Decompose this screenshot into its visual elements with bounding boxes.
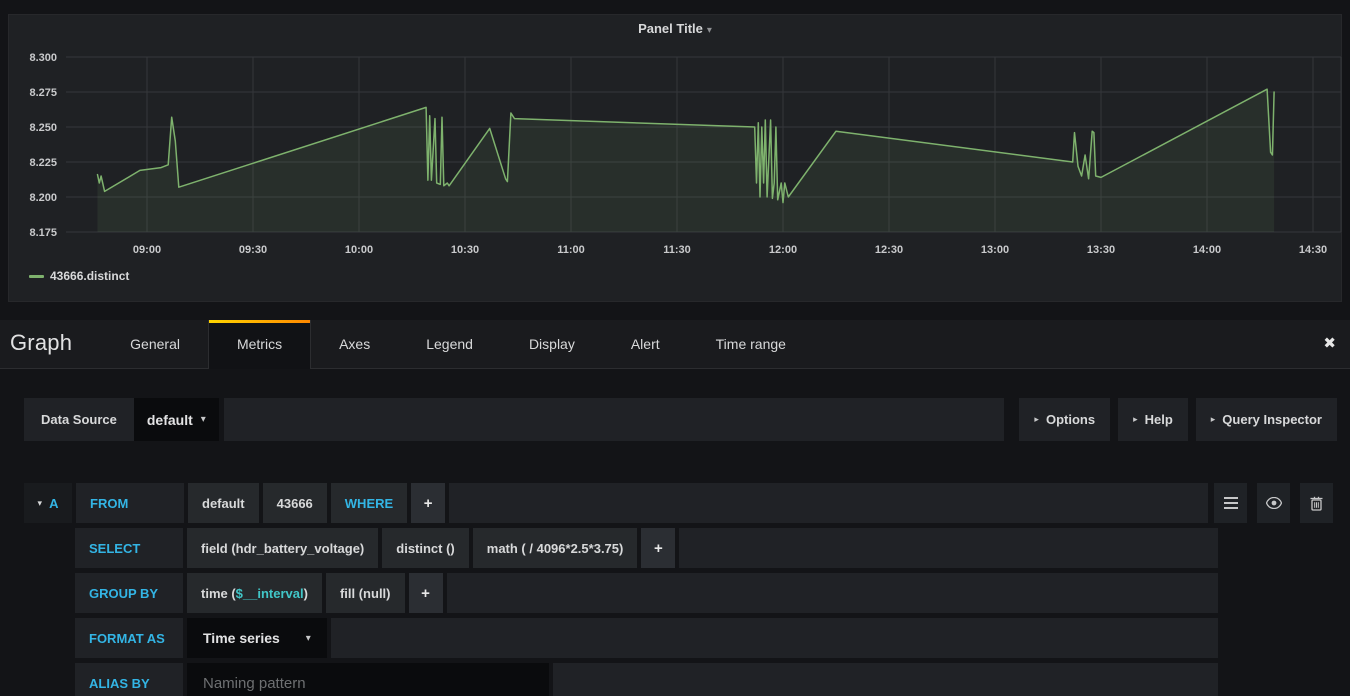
caret-right-icon: ▸ [1211, 414, 1216, 425]
caret-down-icon: ▾ [38, 498, 43, 509]
svg-text:09:00: 09:00 [133, 244, 161, 256]
format-as-row-filler [331, 618, 1218, 658]
svg-text:10:30: 10:30 [451, 244, 479, 256]
select-row-filler [679, 528, 1218, 568]
svg-text:8.225: 8.225 [29, 157, 57, 169]
alias-by-label: ALIAS BY [75, 663, 183, 696]
tab-legend[interactable]: Legend [398, 320, 501, 368]
datasource-select[interactable]: default ▾ [134, 398, 219, 441]
svg-text:14:30: 14:30 [1299, 244, 1327, 256]
query-row-format-as: FORMAT AS Time series ▾ [75, 618, 1218, 658]
group-by-row-filler [447, 573, 1219, 613]
query-delete-button[interactable] [1300, 483, 1333, 523]
from-label: FROM [76, 483, 184, 523]
add-condition-button[interactable]: + [411, 483, 445, 523]
from-measurement-segment[interactable]: 43666 [263, 483, 327, 523]
format-as-select[interactable]: Time series ▾ [187, 618, 327, 658]
tab-general[interactable]: General [102, 320, 208, 368]
svg-text:8.250: 8.250 [29, 122, 57, 134]
svg-text:8.275: 8.275 [29, 87, 57, 99]
caret-right-icon: ▸ [1133, 414, 1138, 425]
caret-down-icon: ▾ [306, 633, 311, 644]
svg-text:8.300: 8.300 [29, 52, 57, 64]
close-icon[interactable]: ✖ [1323, 334, 1336, 352]
query-menu-button[interactable] [1214, 483, 1247, 523]
legend-item[interactable]: 43666.distinct [29, 269, 129, 283]
svg-text:14:00: 14:00 [1193, 244, 1221, 256]
query-row-alias-by: ALIAS BY [75, 663, 1218, 696]
query-visibility-button[interactable] [1257, 483, 1290, 523]
svg-text:12:30: 12:30 [875, 244, 903, 256]
options-button[interactable]: ▸ Options [1019, 398, 1110, 441]
group-by-time-segment[interactable]: time ($__interval) [187, 573, 322, 613]
tab-metrics[interactable]: Metrics [208, 320, 311, 369]
caret-right-icon: ▸ [1034, 414, 1039, 425]
query-ref-toggle[interactable]: ▾ A [24, 483, 72, 523]
query-row-group-by: GROUP BY time ($__interval) fill (null) … [75, 573, 1218, 613]
from-policy-segment[interactable]: default [188, 483, 259, 523]
format-as-label: FORMAT AS [75, 618, 183, 658]
tab-time-range[interactable]: Time range [688, 320, 814, 368]
svg-text:10:00: 10:00 [345, 244, 373, 256]
graph-panel: Panel Title▾ 8.3008.2758.2508.2258.2008.… [8, 14, 1342, 302]
panel-title-text: Panel Title [638, 21, 703, 36]
from-row-filler [449, 483, 1208, 523]
eye-icon [1266, 497, 1282, 509]
where-segment[interactable]: WHERE [331, 483, 407, 523]
legend-color-dash-icon [29, 275, 44, 278]
tab-alert[interactable]: Alert [603, 320, 688, 368]
select-distinct-segment[interactable]: distinct () [382, 528, 469, 568]
timeseries-chart[interactable]: 8.300 8.275 8.250 8.225 8.200 8.175 09:00 09:30… [9, 15, 1343, 301]
query-row-from: ▾ A FROM default 43666 WHERE + [24, 483, 1337, 523]
group-by-fill-segment[interactable]: fill (null) [326, 573, 405, 613]
tab-display[interactable]: Display [501, 320, 603, 368]
alias-by-input[interactable] [187, 663, 549, 696]
caret-down-icon: ▾ [201, 414, 206, 425]
svg-text:12:00: 12:00 [769, 244, 797, 256]
datasource-row: Data Source default ▾ ▸ Options ▸ Help ▸… [24, 398, 1337, 441]
panel-title[interactable]: Panel Title ▾ [9, 21, 1341, 36]
menu-icon [1224, 497, 1238, 509]
tab-axes[interactable]: Axes [311, 320, 398, 368]
group-by-label: GROUP BY [75, 573, 183, 613]
trash-icon [1310, 496, 1323, 511]
add-group-by-part-button[interactable]: + [409, 573, 443, 613]
select-field-segment[interactable]: field (hdr_battery_voltage) [187, 528, 378, 568]
svg-text:13:30: 13:30 [1087, 244, 1115, 256]
select-label: SELECT [75, 528, 183, 568]
group-by-time-post: ) [304, 586, 308, 601]
svg-text:8.175: 8.175 [29, 227, 57, 239]
svg-text:8.200: 8.200 [29, 192, 57, 204]
query-inspector-button-label: Query Inspector [1222, 412, 1322, 427]
alias-by-row-filler [553, 663, 1218, 696]
svg-text:13:00: 13:00 [981, 244, 1009, 256]
help-button[interactable]: ▸ Help [1118, 398, 1188, 441]
editor-heading: Graph [0, 320, 102, 368]
svg-text:11:00: 11:00 [557, 244, 585, 256]
query-editor: ▾ A FROM default 43666 WHERE + [24, 483, 1337, 696]
query-ref-letter: A [49, 496, 58, 511]
add-select-part-button[interactable]: + [641, 528, 675, 568]
group-by-time-pre: time ( [201, 586, 236, 601]
select-math-segment[interactable]: math ( / 4096*2.5*3.75) [473, 528, 638, 568]
datasource-label: Data Source [24, 398, 134, 441]
query-row-select: SELECT field (hdr_battery_voltage) disti… [75, 528, 1218, 568]
interval-variable: $__interval [236, 586, 304, 601]
options-button-label: Options [1046, 412, 1095, 427]
datasource-row-filler [224, 398, 1005, 441]
help-button-label: Help [1145, 412, 1173, 427]
datasource-value: default [147, 412, 193, 428]
svg-text:09:30: 09:30 [239, 244, 267, 256]
query-inspector-button[interactable]: ▸ Query Inspector [1196, 398, 1337, 441]
format-as-value: Time series [203, 630, 280, 646]
caret-down-icon: ▾ [707, 25, 712, 36]
legend-series-label: 43666.distinct [50, 269, 129, 283]
editor-tabbar: Graph General Metrics Axes Legend Displa… [0, 320, 1350, 369]
svg-text:11:30: 11:30 [663, 244, 691, 256]
